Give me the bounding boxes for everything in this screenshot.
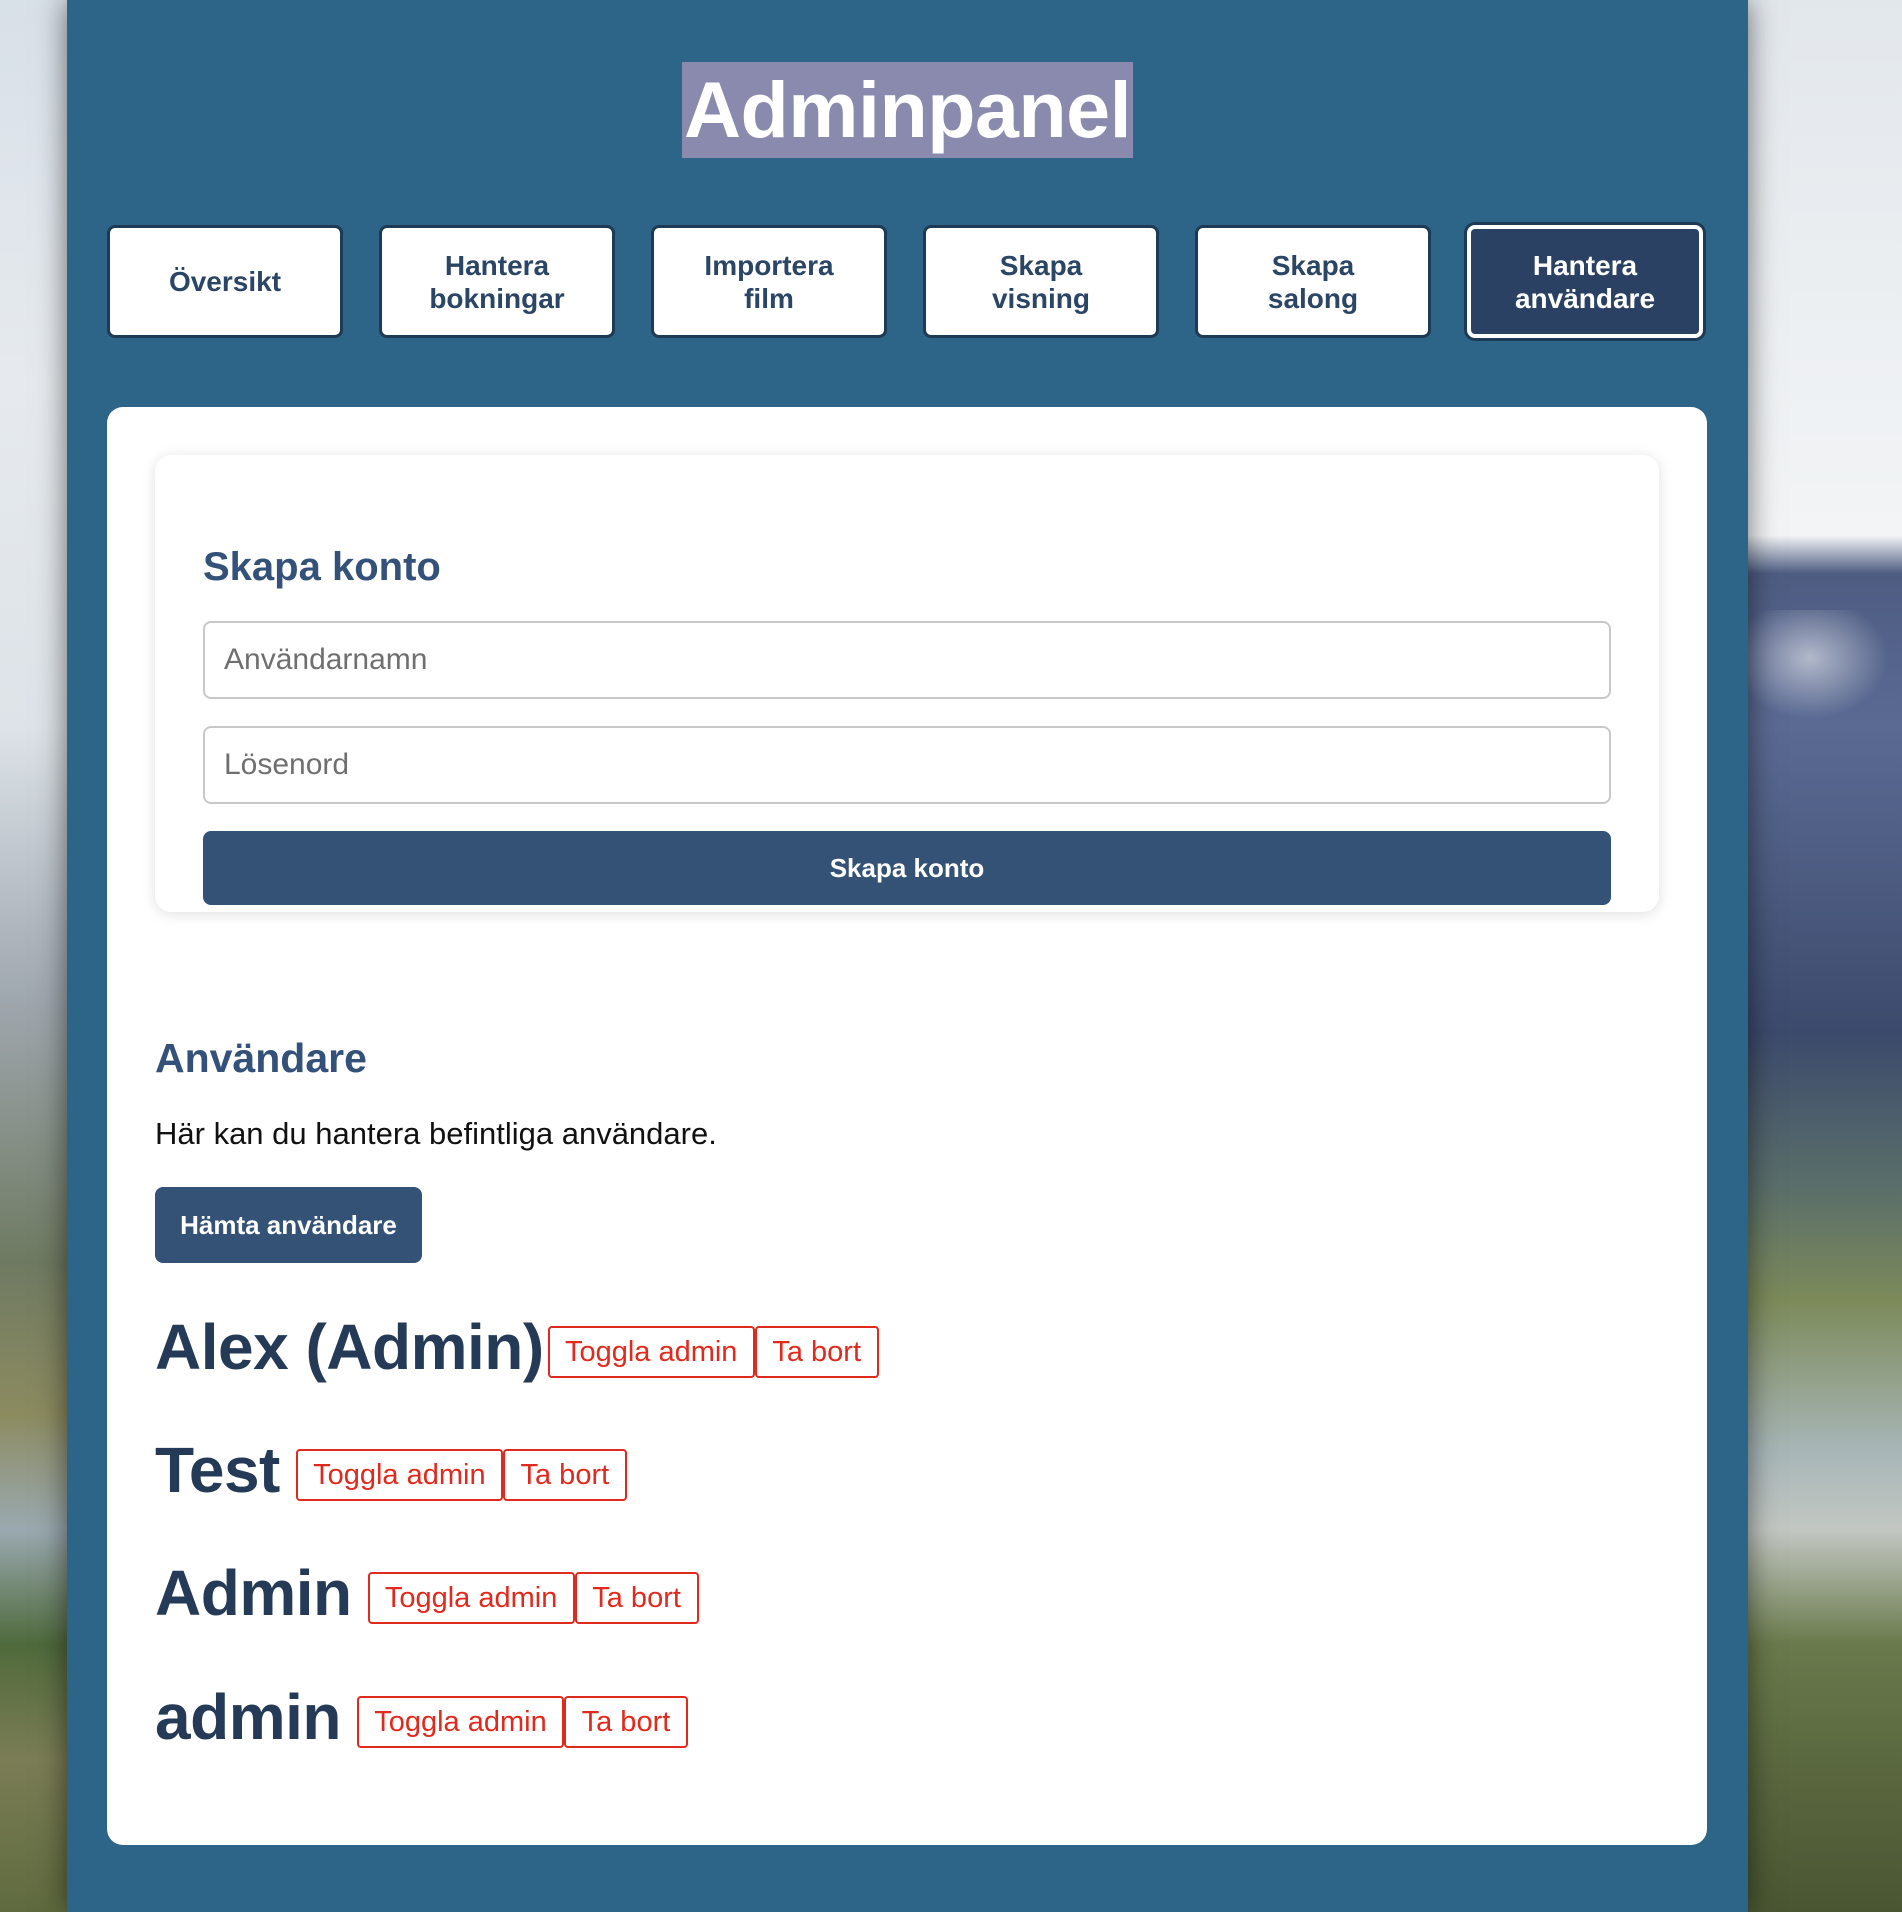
password-input[interactable]: [203, 726, 1611, 804]
admin-nav: Översikt Hantera bokningar Importera fil…: [107, 225, 1707, 342]
nav-button-label: Hantera användare: [1514, 249, 1656, 314]
toggle-admin-button[interactable]: Toggla admin: [547, 1326, 755, 1378]
user-name: admin: [155, 1681, 341, 1753]
users-section-title: Användare: [155, 1035, 367, 1081]
user-row: Admin Toggla admin Ta bort: [155, 1555, 699, 1631]
user-name: Admin: [155, 1557, 352, 1629]
background-landscape-left: [0, 0, 67, 1912]
user-name: Alex (Admin): [155, 1311, 544, 1383]
page-header: Adminpanel: [67, 62, 1748, 158]
nav-button-label: Översikt: [168, 266, 282, 297]
content-card: Skapa konto Skapa konto Användare Här ka…: [107, 407, 1707, 1845]
nav-button-hantera-anvandare[interactable]: Hantera användare: [1467, 225, 1703, 338]
delete-user-button[interactable]: Ta bort: [754, 1326, 879, 1378]
create-account-button[interactable]: Skapa konto: [203, 831, 1611, 905]
page-title: Adminpanel: [681, 62, 1134, 158]
nav-button-label: Skapa visning: [991, 249, 1090, 314]
nav-button-skapa-salong[interactable]: Skapa salong: [1195, 225, 1431, 338]
create-account-title: Skapa konto: [203, 545, 441, 589]
toggle-admin-button[interactable]: Toggla admin: [356, 1696, 564, 1748]
nav-button-label: Hantera bokningar: [429, 249, 565, 314]
nav-button-importera-film[interactable]: Importera film: [651, 225, 887, 338]
toggle-admin-button[interactable]: Toggla admin: [367, 1572, 575, 1624]
username-input[interactable]: [203, 621, 1611, 699]
users-description: Här kan du hantera befintliga användare.: [155, 1116, 717, 1151]
user-row: Alex (Admin) Toggla admin Ta bort: [155, 1309, 879, 1385]
background-landscape-right: [1748, 0, 1902, 1912]
user-row: admin Toggla admin Ta bort: [155, 1679, 688, 1755]
nav-button-skapa-visning[interactable]: Skapa visning: [923, 225, 1159, 338]
toggle-admin-button[interactable]: Toggla admin: [295, 1449, 503, 1501]
create-account-card: Skapa konto Skapa konto: [155, 455, 1659, 912]
fetch-users-button[interactable]: Hämta användare: [155, 1187, 422, 1263]
delete-user-button[interactable]: Ta bort: [563, 1696, 688, 1748]
delete-user-button[interactable]: Ta bort: [574, 1572, 699, 1624]
delete-user-button[interactable]: Ta bort: [502, 1449, 627, 1501]
nav-button-label: Importera film: [704, 249, 834, 314]
user-row: Test Toggla admin Ta bort: [155, 1432, 627, 1508]
admin-panel: Adminpanel Översikt Hantera bokningar Im…: [67, 0, 1748, 1912]
nav-button-label: Skapa salong: [1267, 249, 1359, 314]
nav-button-oversikt[interactable]: Översikt: [107, 225, 343, 338]
nav-button-hantera-bokningar[interactable]: Hantera bokningar: [379, 225, 615, 338]
user-name: Test: [155, 1434, 280, 1506]
